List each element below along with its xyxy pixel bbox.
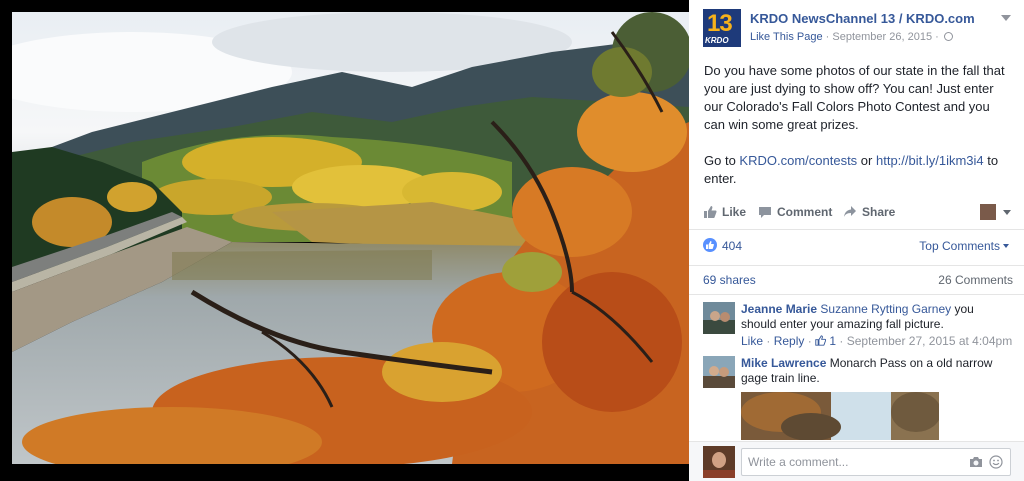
top-comments-dropdown[interactable]: Top Comments — [919, 239, 1009, 253]
post-paragraph-1: Do you have some photos of our state in … — [704, 63, 1005, 132]
divider — [689, 265, 1024, 266]
chevron-down-icon[interactable] — [1003, 210, 1011, 215]
like-page-link[interactable]: Like This Page — [750, 31, 823, 43]
logo-brand: KRDO — [705, 36, 729, 45]
emoji-smiley-icon[interactable] — [989, 455, 1003, 469]
comment-reply-link[interactable]: Reply — [774, 334, 805, 348]
meta-separator-2: · — [935, 31, 939, 43]
post-side-panel: 13 KRDO KRDO NewsChannel 13 / KRDO.com L… — [689, 0, 1024, 481]
text-go-to: Go to — [704, 153, 740, 168]
reactions-bar: 404 Top Comments — [703, 237, 1013, 255]
shares-link[interactable]: 69 shares — [703, 273, 756, 287]
logo-number: 13 — [707, 10, 733, 37]
commenter-avatar[interactable] — [703, 356, 735, 388]
current-user-avatar[interactable] — [703, 446, 735, 478]
comment-author[interactable]: Jeanne Marie — [741, 302, 817, 316]
post-paragraph-2: Go to KRDO.com/contests or http://bit.ly… — [704, 152, 1014, 188]
post-meta: Like This Page · September 26, 2015 · — [750, 31, 953, 43]
like-count[interactable]: 404 — [722, 239, 742, 253]
fall-lake-photo — [12, 12, 689, 464]
like-badge-icon[interactable] — [703, 238, 717, 252]
bitly-link[interactable]: http://bit.ly/1ikm3i4 — [876, 153, 984, 168]
comment-meta: Like · Reply · 1 · September 27, 2015 at… — [741, 334, 1013, 348]
post-header: 13 KRDO KRDO NewsChannel 13 / KRDO.com L… — [703, 9, 1013, 49]
share-arrow-icon — [844, 206, 856, 217]
comment-composer — [689, 442, 1024, 481]
comment-button[interactable]: Comment — [758, 205, 832, 219]
post-date[interactable]: September 26, 2015 — [832, 31, 932, 43]
like-button[interactable]: Like — [703, 205, 746, 219]
commenter-avatar[interactable] — [703, 302, 735, 334]
comment-text: Jeanne Marie Suzanne Rytting Garney you … — [741, 302, 1011, 332]
divider — [689, 294, 1024, 295]
comment-author[interactable]: Mike Lawrence — [741, 356, 826, 370]
text-or: or — [857, 153, 876, 168]
comment-mention[interactable]: Suzanne Rytting Garney — [820, 302, 951, 316]
engagement-counts: 69 shares 26 Comments — [703, 273, 1013, 289]
thumbs-up-icon — [704, 206, 717, 218]
like-label: Like — [722, 205, 747, 219]
post-actions: Like Comment Share — [703, 200, 1013, 224]
divider — [689, 229, 1024, 230]
share-label: Share — [862, 205, 896, 219]
comment-body: Jeanne Marie Suzanne Rytting Garney you … — [741, 302, 1013, 349]
share-button[interactable]: Share — [843, 205, 895, 219]
globe-icon[interactable] — [943, 32, 953, 41]
comment-photo-attachment[interactable] — [741, 392, 939, 440]
camera-icon[interactable] — [969, 456, 983, 468]
meta-separator: · — [825, 31, 830, 43]
comment-bubble-icon — [759, 207, 771, 218]
comment-like-count[interactable]: 1 — [829, 334, 836, 348]
comment-date[interactable]: September 27, 2015 at 4:04pm — [847, 334, 1012, 348]
comments-count[interactable]: 26 Comments — [938, 273, 1013, 287]
comment-like-link[interactable]: Like — [741, 334, 763, 348]
comment-label: Comment — [777, 205, 833, 219]
comment-body: Mike Lawrence Monarch Pass on a old narr… — [741, 356, 1011, 386]
viewer-avatar[interactable] — [980, 204, 996, 220]
comment-text: Mike Lawrence Monarch Pass on a old narr… — [741, 356, 1011, 386]
page-name-link[interactable]: KRDO NewsChannel 13 / KRDO.com — [750, 11, 975, 26]
post-photo[interactable] — [12, 12, 689, 464]
thumbs-up-icon — [815, 335, 827, 346]
post-message: Do you have some photos of our state in … — [704, 62, 1014, 188]
chevron-down-icon[interactable] — [1001, 15, 1011, 21]
photo-viewer — [0, 0, 689, 481]
contests-link[interactable]: KRDO.com/contests — [739, 153, 857, 168]
page-avatar[interactable]: 13 KRDO — [703, 9, 741, 47]
